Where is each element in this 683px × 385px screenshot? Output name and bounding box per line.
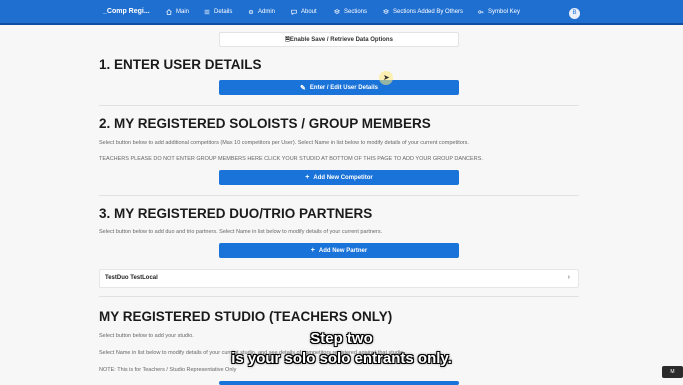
add-new-partner-button[interactable]: + Add New Partner <box>219 243 459 258</box>
divider <box>99 195 579 196</box>
button-label: Add New Competitor <box>313 174 373 181</box>
nav-label: Admin <box>258 9 276 15</box>
section-title-user-details: 1. ENTER USER DETAILS <box>99 57 262 72</box>
chevron-right-icon: › <box>567 274 570 281</box>
section-note: Select button below to add duo and trio … <box>99 229 383 235</box>
section-title-soloists: 2. MY REGISTERED SOLOISTS / GROUP MEMBER… <box>99 116 431 131</box>
list-icon <box>204 9 210 15</box>
section-note: Select button below to add additional co… <box>99 140 469 146</box>
top-nav-bar: _Comp Regi... Main Details Admin About S… <box>0 0 683 25</box>
plus-icon: + <box>310 247 315 254</box>
layers-icon <box>383 9 389 14</box>
nav-item-main[interactable]: Main <box>166 9 189 15</box>
layers-icon <box>334 9 340 14</box>
nav-label: Main <box>176 9 190 15</box>
section-title-duo-trio: 3. MY REGISTERED DUO/TRIO PARTNERS <box>99 206 373 221</box>
button-label: Enter / Edit User Details <box>309 84 378 91</box>
brand-title[interactable]: _Comp Regi... <box>103 8 150 15</box>
nav-label: About <box>301 9 317 15</box>
button-label: Enable Save / Retrieve Data Options <box>289 36 393 43</box>
key-icon <box>478 10 484 14</box>
nav-item-details[interactable]: Details <box>204 9 232 15</box>
nav-label: Sections Added By Others <box>393 9 464 15</box>
enable-save-options-button[interactable]: 🗎 Enable Save / Retrieve Data Options <box>219 32 459 47</box>
button-label: Add New Partner <box>318 247 368 254</box>
plus-icon: + <box>305 174 310 181</box>
corner-widget-button[interactable]: M <box>662 366 683 378</box>
nav-label: Sections <box>344 9 368 15</box>
add-studio-button[interactable] <box>219 381 459 385</box>
nav-item-about[interactable]: About <box>291 9 317 15</box>
video-caption-line-2: is your solo solo entrants only. <box>231 350 452 367</box>
section-note: NOTE: This is for Teachers / Studio Repr… <box>99 367 237 373</box>
home-icon <box>166 9 172 15</box>
nav-item-sections[interactable]: Sections <box>334 9 367 15</box>
partner-name: TestDuo TestLocal <box>105 275 158 281</box>
section-note: TEACHERS PLEASE DO NOT ENTER GROUP MEMBE… <box>99 156 483 162</box>
edit-icon: ✎ <box>300 84 306 92</box>
divider <box>99 296 579 297</box>
gear-icon <box>248 9 254 15</box>
avatar[interactable]: B <box>569 8 580 19</box>
nav-item-sections-by-others[interactable]: Sections Added By Others <box>383 9 463 15</box>
section-title-studio: MY REGISTERED STUDIO (TEACHERS ONLY) <box>99 309 393 324</box>
edit-user-details-button[interactable]: ✎ Enter / Edit User Details <box>219 80 459 95</box>
chat-icon <box>291 9 297 15</box>
list-item[interactable]: TestDuo TestLocal › <box>99 269 579 288</box>
add-new-competitor-button[interactable]: + Add New Competitor <box>219 170 459 185</box>
nav-item-symbol-key[interactable]: Symbol Key <box>478 9 520 15</box>
nav-label: Details <box>214 9 233 15</box>
mouse-cursor-icon: ➤ <box>383 73 390 82</box>
divider <box>99 105 579 106</box>
nav-item-admin[interactable]: Admin <box>248 9 275 15</box>
video-caption-line-1: Step two <box>310 330 373 347</box>
nav-label: Symbol Key <box>488 9 521 15</box>
